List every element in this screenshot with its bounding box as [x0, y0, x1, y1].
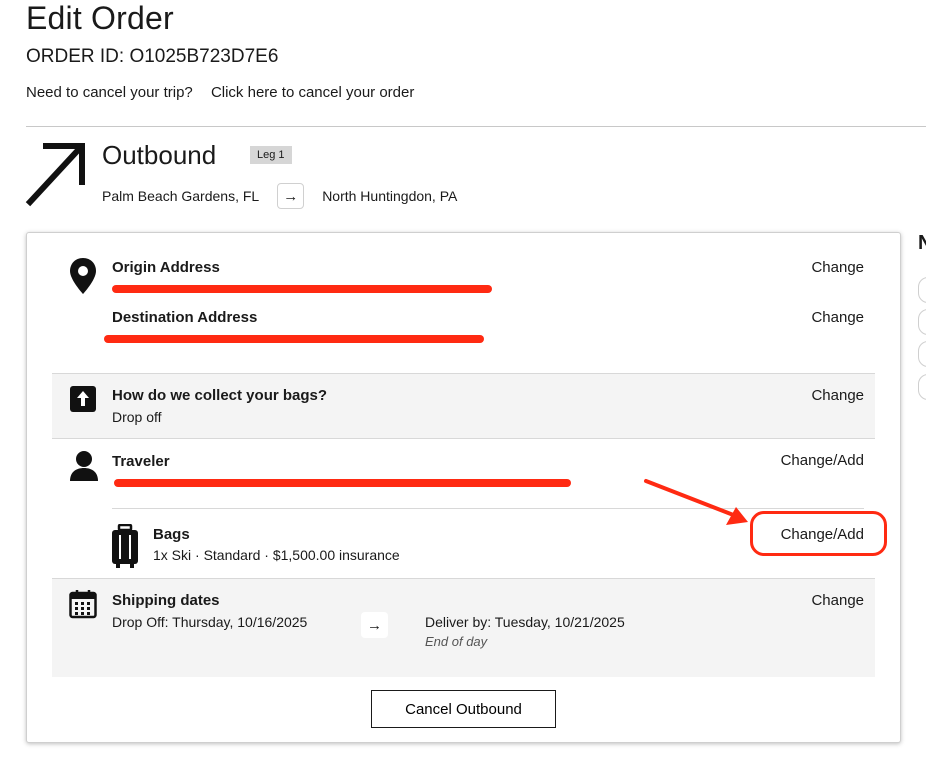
annotation-arrow-icon: [644, 479, 748, 525]
side-panel-heading-peek: N: [918, 232, 926, 254]
bag-collection-label: How do we collect your bags?: [112, 387, 328, 404]
traveler-details-redaction: [114, 479, 571, 487]
header-divider: [26, 126, 926, 127]
bag-collection-value: Drop off: [112, 409, 162, 425]
traveler-change-add-link[interactable]: Change/Add: [781, 452, 864, 469]
cancel-order-link[interactable]: Click here to cancel your order: [211, 84, 414, 101]
order-id: ORDER ID: O1025B723D7E6: [26, 46, 279, 67]
destination-address-redaction: [104, 335, 484, 343]
cancel-outbound-button[interactable]: Cancel Outbound: [371, 690, 556, 728]
side-panel-option-peek[interactable]: [918, 374, 926, 400]
bags-value: 1x Ski · Standard · $1,500.00 insurance: [153, 547, 400, 563]
drop-off-date: Drop Off: Thursday, 10/16/2025: [112, 614, 308, 630]
route-origin: Palm Beach Gardens, FL: [102, 188, 260, 204]
shipping-dates-change-link[interactable]: Change: [811, 592, 864, 609]
bag-collection-section: How do we collect your bags? Drop off Ch…: [52, 373, 875, 438]
side-panel-option-peek[interactable]: [918, 309, 926, 335]
destination-address-label: Destination Address: [112, 309, 258, 326]
luggage-icon: [112, 524, 138, 568]
leg-direction-title: Outbound: [102, 140, 217, 170]
shipping-dates-section: Shipping dates Drop Off: Thursday, 10/16…: [52, 578, 875, 677]
origin-change-link[interactable]: Change: [811, 259, 864, 276]
origin-address-label: Origin Address: [112, 259, 220, 276]
origin-address-redaction: [112, 285, 492, 293]
annotation-highlight-oval: [750, 511, 887, 556]
upload-box-icon: [70, 386, 96, 412]
cancel-trip-row: Need to cancel your trip? Click here to …: [26, 84, 414, 101]
route: Palm Beach Gardens, FL → North Huntingdo…: [102, 183, 457, 209]
location-pin-icon: [70, 258, 96, 294]
traveler-label: Traveler: [112, 453, 170, 470]
route-destination: North Huntingdon, PA: [322, 188, 458, 204]
route-arrow-icon: →: [277, 183, 305, 209]
cancel-trip-prompt: Need to cancel your trip?: [26, 84, 193, 101]
calendar-icon: [69, 590, 97, 619]
bags-label: Bags: [153, 526, 190, 543]
outbound-arrow-icon: [25, 143, 85, 207]
page-title: Edit Order: [26, 0, 174, 36]
deliver-by-note: End of day: [425, 634, 488, 649]
side-panel-option-peek[interactable]: [918, 277, 926, 303]
deliver-by-date: Deliver by: Tuesday, 10/21/2025: [425, 614, 625, 630]
shipping-dates-label: Shipping dates: [112, 592, 220, 609]
destination-change-link[interactable]: Change: [811, 309, 864, 326]
leg-badge: Leg 1: [250, 146, 292, 164]
side-panel-option-peek[interactable]: [918, 341, 926, 367]
shipping-arrow-icon: →: [361, 612, 388, 638]
address-section: Origin Address Change Destination Addres…: [52, 248, 875, 372]
bag-collection-change-link[interactable]: Change: [811, 387, 864, 404]
person-icon: [70, 451, 98, 481]
